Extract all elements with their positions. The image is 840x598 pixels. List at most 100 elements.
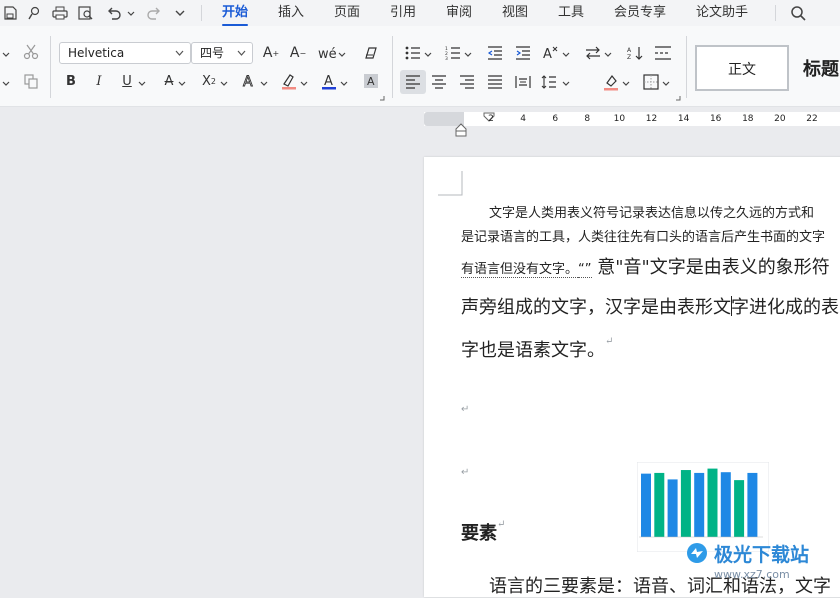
chinese-layout-dropdown-icon[interactable]: [562, 50, 570, 58]
bullet-list-icon[interactable]: [400, 41, 426, 65]
tab-tools[interactable]: 工具: [558, 0, 584, 26]
underline-icon[interactable]: U: [114, 69, 140, 93]
watermark-logo-icon: [687, 543, 707, 563]
top-menu-bar: 开始 插入 页面 引用 审阅 视图 工具 会员专享 论文助手: [0, 0, 840, 26]
text-effect-icon[interactable]: A: [236, 69, 262, 93]
menu-separator: [201, 5, 202, 21]
font-size-value: 四号: [200, 46, 225, 60]
text-direction-icon[interactable]: [580, 41, 606, 65]
copy-icon[interactable]: [18, 69, 44, 93]
tab-home[interactable]: 开始: [222, 0, 249, 26]
italic-icon[interactable]: I: [86, 69, 112, 93]
svg-text:A: A: [543, 47, 552, 61]
save-icon[interactable]: [0, 3, 20, 23]
ruler-tick-label: 8: [584, 114, 591, 124]
left-indent-marker[interactable]: [455, 122, 467, 141]
phonetic-guide-icon[interactable]: wén: [314, 41, 340, 65]
print-preview-icon[interactable]: [76, 3, 96, 23]
style-normal[interactable]: 正文: [695, 45, 789, 91]
paste-dropdown-icon[interactable]: [2, 50, 10, 58]
document-page[interactable]: 文字是人类用表义符号记录表达信息以传之久远的方式和 是记录语言的工具，人类往往先…: [424, 157, 840, 597]
increase-indent-icon[interactable]: [510, 41, 536, 65]
ruler-tick-label: 10: [613, 114, 626, 124]
style-normal-label: 正文: [728, 62, 756, 78]
superscript-icon[interactable]: X2: [196, 69, 222, 93]
distributed-align-icon[interactable]: [510, 70, 536, 94]
tab-references[interactable]: 引用: [390, 0, 416, 26]
more-dropdown-icon[interactable]: [170, 3, 190, 23]
watermark-url: www.xz7.com: [714, 568, 790, 581]
text-effect-dropdown-icon[interactable]: [260, 79, 268, 87]
search-icon[interactable]: [788, 3, 808, 23]
highlight-icon[interactable]: [276, 69, 302, 93]
line-spacing-icon[interactable]: [536, 70, 562, 94]
line-spacing-dropdown-icon[interactable]: [562, 79, 570, 87]
ruler-tick-label: 20: [774, 114, 786, 124]
print-icon[interactable]: [50, 3, 70, 23]
style-heading[interactable]: 标题: [793, 45, 840, 91]
ruler-tick-label: 12: [645, 114, 658, 124]
shading-icon[interactable]: [598, 70, 624, 94]
justify-icon[interactable]: [482, 70, 508, 94]
character-shading-icon[interactable]: A: [358, 69, 384, 93]
increase-font-size-icon[interactable]: A +: [258, 41, 284, 65]
chinese-layout-icon[interactable]: A: [538, 41, 564, 65]
font-size-select[interactable]: 四号: [191, 42, 253, 64]
chart-bar: [694, 472, 705, 537]
font-color-dropdown-icon[interactable]: [340, 79, 348, 87]
decrease-font-size-icon[interactable]: A −: [285, 41, 311, 65]
numbered-list-icon[interactable]: 123: [440, 41, 466, 65]
text-direction-dropdown-icon[interactable]: [604, 50, 612, 58]
clear-format-icon[interactable]: [358, 41, 384, 65]
redo-icon[interactable]: [144, 3, 164, 23]
text-line-4: 声旁组成的文字，汉字是由表形文字进化成的表: [461, 293, 839, 319]
bold-icon[interactable]: B: [58, 69, 84, 93]
paragraph-dialog-launcher-icon[interactable]: [674, 94, 682, 102]
cut-icon[interactable]: [18, 40, 44, 64]
align-center-icon[interactable]: [426, 70, 452, 94]
font-name-value: Helvetica: [68, 46, 125, 60]
paragraph-mark: ↵: [461, 467, 470, 478]
site-watermark: 极光下载站 www.xz7.com: [684, 540, 840, 592]
font-color-icon[interactable]: A: [316, 69, 342, 93]
borders-icon[interactable]: [638, 70, 664, 94]
watermark-text: 极光下载站: [714, 544, 810, 566]
embedded-bar-chart[interactable]: [637, 462, 769, 552]
superscript-dropdown-icon[interactable]: [220, 79, 228, 87]
tab-thesis-assistant[interactable]: 论文助手: [696, 0, 748, 26]
underline-dropdown-icon[interactable]: [138, 79, 146, 87]
tab-page[interactable]: 页面: [334, 0, 360, 26]
align-left-icon[interactable]: [400, 70, 426, 94]
paragraph-mark: ↵: [461, 404, 470, 415]
numbered-list-dropdown-icon[interactable]: [464, 50, 472, 58]
tab-member[interactable]: 会员专享: [614, 0, 666, 26]
strikethrough-dropdown-icon[interactable]: [178, 79, 186, 87]
ribbon-separator: [50, 36, 51, 98]
ruler-tick-label: 2: [488, 114, 494, 124]
shading-dropdown-icon[interactable]: [622, 79, 630, 87]
ruler-tick-label: 4: [520, 114, 526, 124]
borders-dropdown-icon[interactable]: [662, 79, 670, 87]
highlight-dropdown-icon[interactable]: [300, 79, 308, 87]
bullet-list-dropdown-icon[interactable]: [424, 50, 432, 58]
style-heading-label: 标题: [803, 59, 839, 80]
tab-view[interactable]: 视图: [502, 0, 528, 26]
tab-insert[interactable]: 插入: [278, 0, 304, 26]
font-dialog-launcher-icon[interactable]: [378, 94, 386, 102]
export-pdf-icon[interactable]: [24, 3, 44, 23]
ruler-tick-label: 22: [806, 114, 818, 124]
align-right-icon[interactable]: [454, 70, 480, 94]
show-marks-icon[interactable]: [650, 41, 676, 65]
decrease-indent-icon[interactable]: [482, 41, 508, 65]
chart-bar: [720, 472, 731, 537]
page-corner-mark: [438, 171, 463, 196]
format-painter-dropdown-icon[interactable]: [2, 79, 10, 87]
tab-review[interactable]: 审阅: [446, 0, 472, 26]
chart-bar: [641, 473, 651, 537]
sort-icon[interactable]: AZ: [622, 41, 648, 65]
undo-icon[interactable]: [104, 3, 124, 23]
phonetic-dropdown-icon[interactable]: [338, 50, 346, 58]
font-name-select[interactable]: Helvetica: [59, 42, 191, 64]
svg-text:Z: Z: [627, 54, 631, 60]
undo-dropdown-icon[interactable]: [127, 9, 135, 17]
